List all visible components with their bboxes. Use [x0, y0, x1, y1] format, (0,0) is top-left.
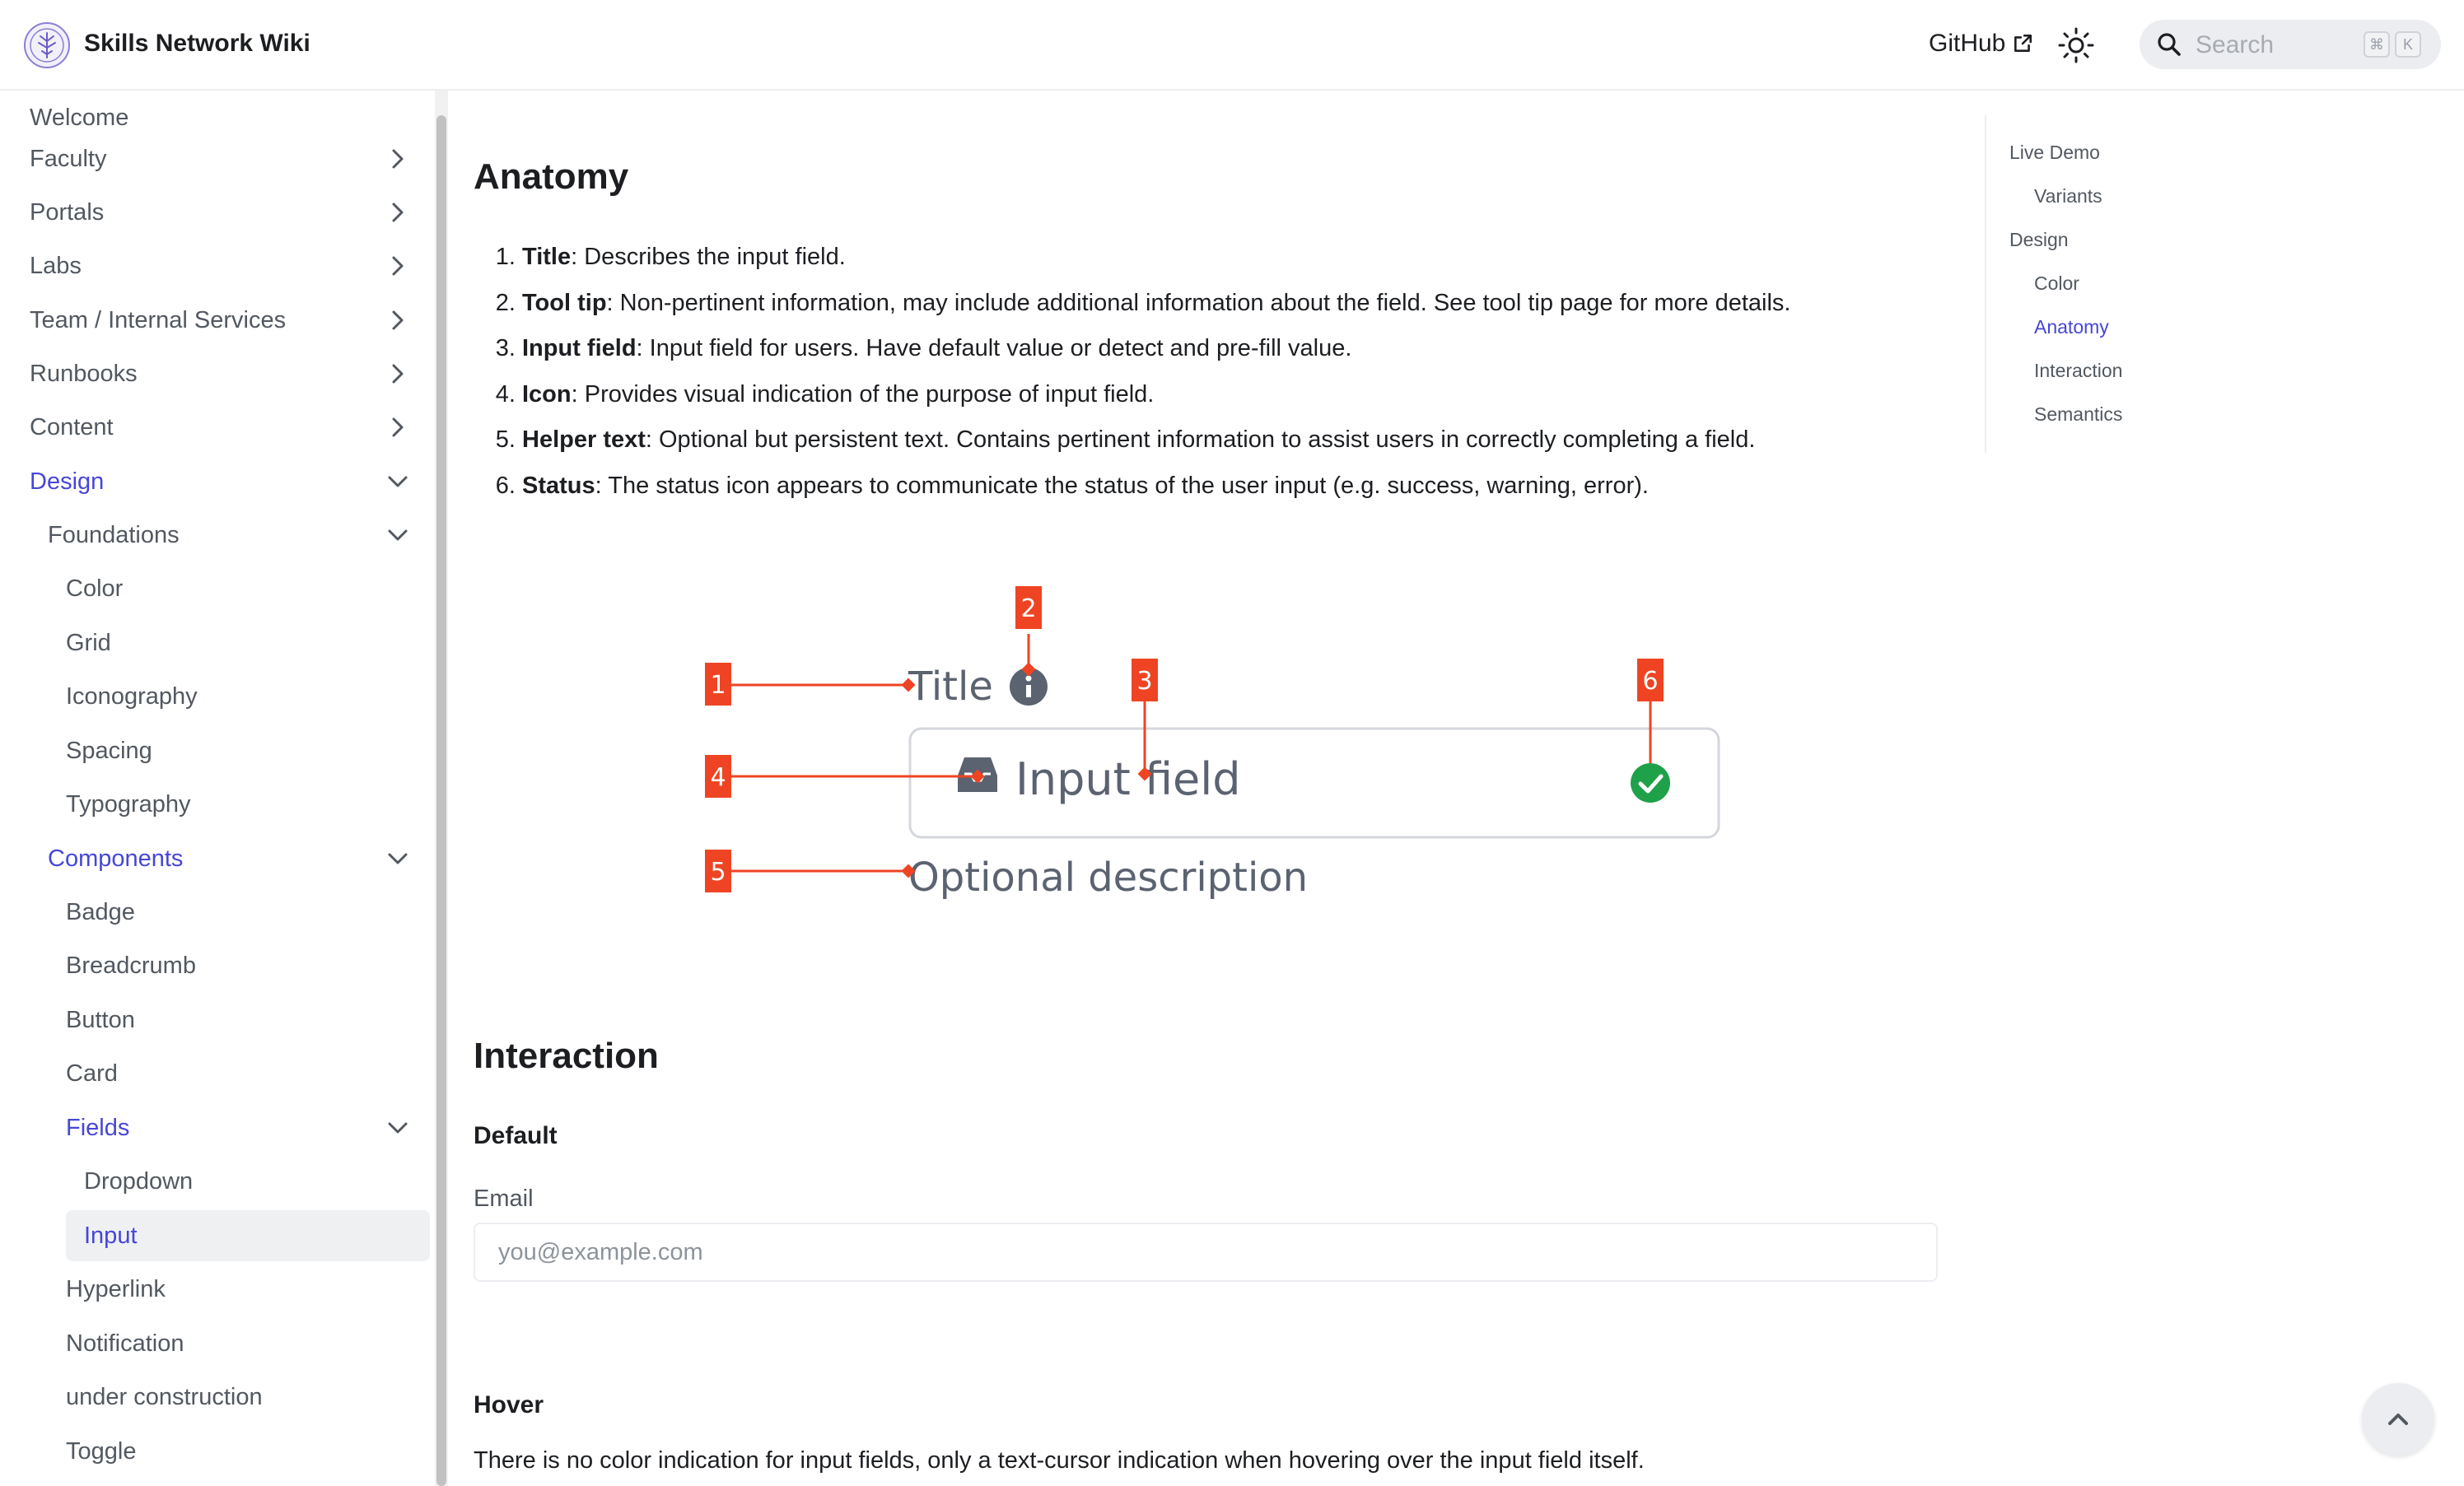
sidebar-item-fields[interactable]: Fields — [66, 1102, 425, 1153]
sidebar-item-label: Faculty — [30, 146, 107, 172]
email-label: Email — [474, 1186, 534, 1212]
toc-item-live-demo[interactable]: Live Demo — [2009, 142, 2100, 164]
interaction-heading: Interaction — [474, 1036, 659, 1076]
sidebar-item-label: Labs — [30, 253, 82, 279]
hover-description: There is no color indication for input f… — [474, 1447, 1645, 1474]
email-placeholder: you@example.com — [498, 1239, 703, 1265]
sidebar-item-runbooks[interactable]: Runbooks — [30, 348, 425, 399]
github-label: GitHub — [1929, 30, 2006, 57]
svg-text:6: 6 — [1642, 667, 1658, 696]
sidebar-scrollbar-thumb[interactable] — [436, 115, 446, 1486]
sidebar-item-label: Portals — [30, 199, 105, 226]
toc-item-color[interactable]: Color — [2034, 273, 2079, 295]
sidebar-item-label: Content — [30, 414, 114, 440]
chevron-right-icon[interactable] — [385, 200, 410, 225]
chevron-right-icon[interactable] — [385, 308, 410, 333]
sidebar-item-breadcrumb[interactable]: Breadcrumb — [66, 940, 425, 991]
sidebar-item-iconography[interactable]: Iconography — [66, 671, 425, 722]
toc-item-design[interactable]: Design — [2009, 229, 2069, 251]
diagram-title-text: Title — [908, 664, 993, 710]
sidebar-item-components[interactable]: Components — [48, 833, 425, 884]
marker-4: 4 — [705, 755, 731, 798]
logo-icon[interactable] — [23, 21, 71, 69]
marker-1: 1 — [705, 663, 731, 706]
hover-heading: Hover — [474, 1391, 544, 1418]
navbar: Skills Network Wiki GitHub Search ⌘ K — [0, 0, 2464, 91]
sidebar-item-input[interactable]: Input — [66, 1210, 430, 1261]
sidebar-item-label: Fields — [66, 1115, 130, 1141]
svg-text:2: 2 — [1020, 594, 1036, 623]
sidebar-item-under-construction[interactable]: under construction — [66, 1372, 425, 1423]
chevron-down-icon[interactable] — [385, 469, 410, 494]
sidebar-item-labs[interactable]: Labs — [30, 240, 425, 291]
search-icon — [2158, 33, 2181, 56]
sidebar-item-foundations[interactable]: Foundations — [48, 510, 425, 561]
chevron-right-icon[interactable] — [385, 415, 410, 440]
sidebar: Welcome Faculty Portals Labs Team / Inte… — [0, 91, 435, 1486]
sidebar-item-color[interactable]: Color — [66, 563, 425, 614]
svg-text:1: 1 — [710, 671, 726, 700]
sidebar-item-label: Design — [30, 468, 105, 495]
email-field[interactable]: you@example.com — [474, 1223, 1938, 1282]
svg-text:3: 3 — [1136, 667, 1152, 696]
marker-6: 6 — [1637, 659, 1664, 701]
back-to-top-button[interactable] — [2362, 1383, 2434, 1456]
marker-3: 3 — [1132, 659, 1158, 701]
kbd-cmd: ⌘ — [2364, 31, 2390, 58]
sidebar-item-label: Team / Internal Services — [30, 307, 287, 333]
toc-item-semantics[interactable]: Semantics — [2034, 403, 2122, 426]
chevron-down-icon[interactable] — [385, 846, 410, 871]
sidebar-item-label: Foundations — [48, 522, 180, 548]
toc-item-variants[interactable]: Variants — [2034, 185, 2102, 207]
sidebar-item-portals[interactable]: Portals — [30, 187, 425, 238]
sidebar-item-typography[interactable]: Typography — [66, 779, 425, 830]
sidebar-item-grid[interactable]: Grid — [66, 617, 425, 668]
marker-5: 5 — [705, 850, 731, 892]
search-box[interactable]: Search ⌘ K — [2140, 20, 2441, 69]
chevron-right-icon[interactable] — [385, 254, 410, 278]
sidebar-item-spacing[interactable]: Spacing — [66, 725, 425, 776]
toc-item-anatomy[interactable]: Anatomy — [2034, 316, 2109, 338]
search-placeholder: Search — [2196, 31, 2275, 58]
sidebar-item-notification[interactable]: Notification — [66, 1318, 425, 1369]
sidebar-item-hyperlink[interactable]: Hyperlink — [66, 1264, 425, 1315]
chevron-right-icon[interactable] — [385, 361, 410, 386]
default-heading: Default — [474, 1122, 558, 1149]
svg-text:5: 5 — [710, 858, 726, 887]
chevron-up-icon — [2388, 1414, 2408, 1425]
toc-item-interaction[interactable]: Interaction — [2034, 360, 2122, 382]
chevron-down-icon[interactable] — [385, 523, 410, 547]
diagram-input-text: Input field — [1015, 753, 1241, 805]
sidebar-item-faculty[interactable]: Faculty — [30, 133, 425, 184]
sidebar-item-dropdown[interactable]: Dropdown — [66, 1156, 425, 1207]
diagram-description-text: Optional description — [908, 855, 1308, 901]
sidebar-item-label: Runbooks — [30, 361, 138, 387]
success-check-icon — [1631, 763, 1670, 803]
kbd-k: K — [2395, 31, 2421, 58]
table-of-contents: Live Demo Variants Design Color Anatomy … — [1985, 115, 2448, 453]
marker-2: 2 — [1015, 586, 1042, 629]
sidebar-item-design[interactable]: Design — [30, 456, 425, 507]
github-link[interactable]: GitHub — [1929, 30, 2033, 58]
sidebar-item-card[interactable]: Card — [66, 1048, 425, 1099]
sidebar-item-label: Components — [48, 845, 184, 872]
chevron-right-icon[interactable] — [385, 147, 410, 171]
sidebar-item-toggle[interactable]: Toggle — [66, 1426, 425, 1477]
chevron-down-icon[interactable] — [385, 1116, 410, 1140]
sidebar-item-badge[interactable]: Badge — [66, 887, 425, 938]
sidebar-item-button[interactable]: Button — [66, 995, 425, 1046]
site-title[interactable]: Skills Network Wiki — [84, 30, 310, 58]
sun-icon[interactable] — [2056, 25, 2097, 66]
sidebar-item-content[interactable]: Content — [30, 402, 425, 453]
sidebar-item-team-internal-services[interactable]: Team / Internal Services — [30, 295, 425, 346]
svg-text:4: 4 — [710, 763, 726, 792]
external-link-icon — [2014, 34, 2032, 52]
